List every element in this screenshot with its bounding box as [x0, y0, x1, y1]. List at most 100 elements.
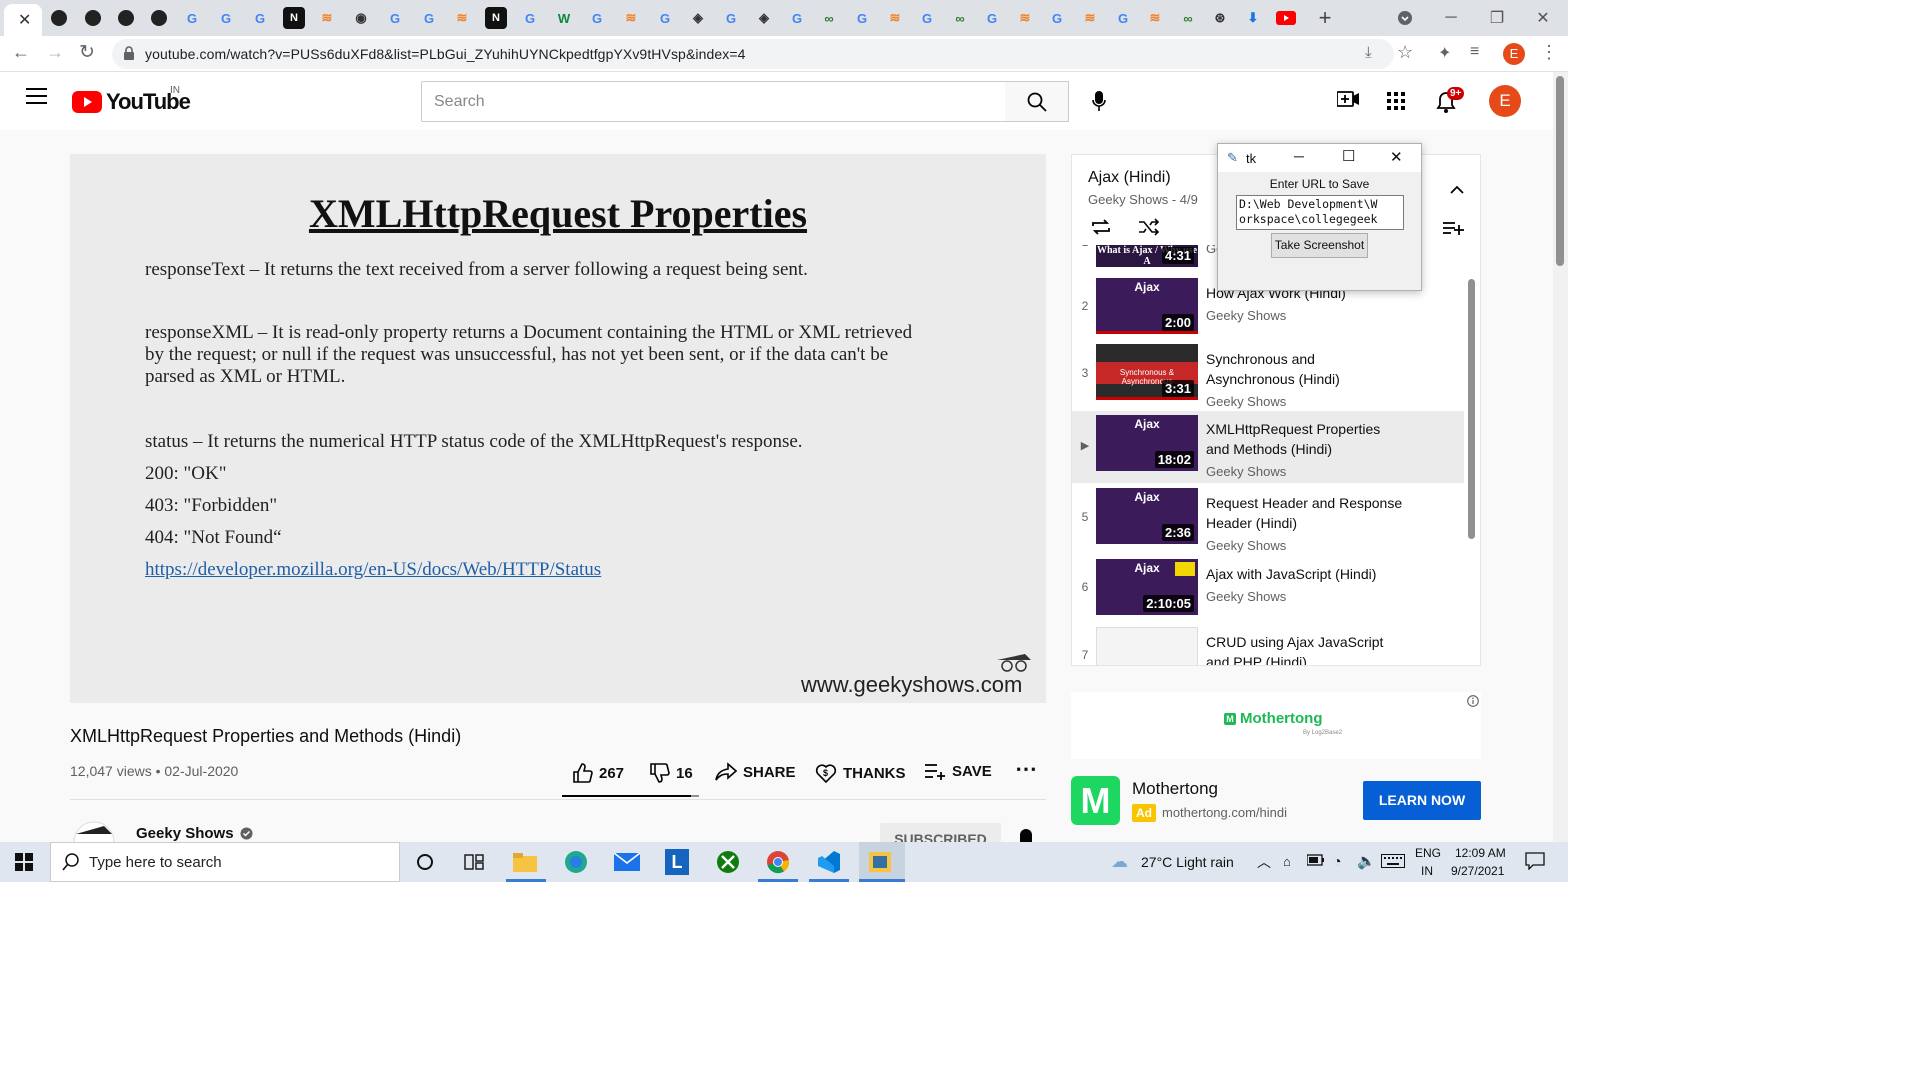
tab-diamond-icon[interactable]: ◈	[753, 7, 775, 29]
tab-w-icon[interactable]: W	[553, 7, 575, 29]
ad-card[interactable]: M Mothertong Ad mothertong.com/hindi LEA…	[1071, 775, 1481, 827]
thanks-button[interactable]: $ THANKS	[815, 762, 906, 784]
tab-github-icon[interactable]	[82, 7, 104, 29]
tab-google-icon[interactable]: G	[215, 7, 237, 29]
install-app-icon[interactable]: ⤓	[1365, 44, 1372, 61]
share-button[interactable]: SHARE	[715, 762, 796, 782]
restore-window-icon[interactable]: ❐	[1474, 6, 1520, 30]
shuffle-icon[interactable]	[1138, 218, 1160, 241]
search-box[interactable]: Search	[421, 81, 1006, 122]
tab-google-icon[interactable]: G	[654, 7, 676, 29]
tab-stackoverflow-icon[interactable]: ≋	[1079, 7, 1101, 29]
taskbar-search-box[interactable]: Type here to search	[50, 842, 400, 882]
tab-notion-icon[interactable]: N	[283, 7, 305, 29]
windows-start-icon[interactable]	[15, 853, 33, 876]
address-bar[interactable]: youtube.com/watch?v=PUSs6duXFd8&list=PLb…	[112, 39, 1394, 69]
playlist-item[interactable]: 6 Ajax 2:10:05 Ajax with JavaScript (Hin…	[1072, 556, 1464, 622]
tab-google-icon[interactable]: G	[1046, 7, 1068, 29]
tab-active[interactable]: ✕	[4, 4, 42, 36]
learn-now-button[interactable]: LEARN NOW	[1363, 781, 1481, 820]
bookmark-star-icon[interactable]: ☆	[1397, 42, 1413, 63]
collapse-playlist-chevron-icon[interactable]	[1450, 181, 1464, 199]
dislike-button[interactable]: 16	[648, 762, 693, 784]
tab-github-icon[interactable]	[115, 7, 137, 29]
tab-google-icon[interactable]: G	[720, 7, 742, 29]
playlist-title[interactable]: Ajax (Hindi)	[1088, 169, 1171, 187]
volume-icon[interactable]: 🔈	[1357, 852, 1376, 870]
touch-keyboard-icon[interactable]	[1381, 854, 1405, 873]
media-queue-icon[interactable]: ≡	[1470, 43, 1479, 61]
tab-stackoverflow-icon[interactable]: ≋	[620, 7, 642, 29]
mail-icon[interactable]	[612, 848, 642, 876]
tab-google-icon[interactable]: G	[851, 7, 873, 29]
tab-gfg-icon[interactable]: ∞	[1177, 7, 1199, 29]
tab-youtube-icon[interactable]	[1275, 7, 1297, 29]
ad-info-icon[interactable]	[1467, 694, 1479, 712]
close-window-icon[interactable]: ✕	[1520, 6, 1566, 30]
channel-avatar[interactable]	[70, 820, 118, 842]
language-eng[interactable]: ENG	[1415, 846, 1441, 860]
save-button[interactable]: SAVE	[924, 762, 992, 780]
browser-menu-icon[interactable]: ⋮	[1540, 42, 1558, 63]
minimize-window-icon[interactable]: ─	[1428, 6, 1474, 30]
playlist-item[interactable]: 5 Ajax 2:36 Request Header and Response …	[1072, 485, 1464, 555]
battery-icon[interactable]	[1306, 853, 1325, 871]
tab-download-icon[interactable]: ⬇	[1242, 7, 1264, 29]
file-explorer-icon[interactable]	[510, 848, 540, 876]
wifi-icon[interactable]: ◔	[1333, 853, 1341, 869]
tk-path-input[interactable]: D:\Web Development\W orkspace\collegegee…	[1236, 195, 1404, 230]
playlist-item-current[interactable]: ▶ Ajax 18:02 XMLHttpRequest Properties a…	[1072, 411, 1464, 483]
tab-google-icon[interactable]: G	[981, 7, 1003, 29]
tab-stackoverflow-icon[interactable]: ≋	[1144, 7, 1166, 29]
tab-google-icon[interactable]: G	[1112, 7, 1134, 29]
tab-stackoverflow-icon[interactable]: ≋	[316, 7, 338, 29]
clock-time[interactable]: 12:09 AM	[1455, 846, 1506, 860]
like-button[interactable]: 267	[571, 762, 624, 784]
xbox-icon[interactable]	[713, 848, 743, 876]
tab-google-icon[interactable]: G	[384, 7, 406, 29]
subscribed-button[interactable]: SUBSCRIBED	[880, 823, 1001, 842]
tk-titlebar[interactable]: ✎ tk ─ ☐ ✕	[1218, 144, 1421, 172]
action-center-icon[interactable]	[1525, 852, 1545, 875]
tab-stackoverflow-icon[interactable]: ≋	[451, 7, 473, 29]
page-scrollbar[interactable]	[1553, 72, 1568, 842]
extensions-puzzle-icon[interactable]: ✦	[1438, 43, 1451, 63]
clock-date[interactable]: 9/27/2021	[1451, 864, 1504, 878]
tk-minimize-icon[interactable]: ─	[1294, 148, 1304, 164]
tab-openai-icon[interactable]: ⊛	[1209, 7, 1231, 29]
tab-diamond-icon[interactable]: ◈	[687, 7, 709, 29]
playlist-item[interactable]: 7 CRUD using Ajax JavaScript and PHP (Hi…	[1072, 624, 1464, 665]
back-arrow-icon[interactable]: ←	[12, 42, 30, 63]
chrome-icon[interactable]	[763, 848, 793, 876]
tab-stackoverflow-icon[interactable]: ≋	[1014, 7, 1036, 29]
tab-globe-icon[interactable]: ◉	[350, 7, 372, 29]
tab-google-icon[interactable]: G	[586, 7, 608, 29]
playlist-scrollbar-thumb[interactable]	[1468, 279, 1475, 539]
tab-gfg-icon[interactable]: ∞	[818, 7, 840, 29]
edge-browser-icon[interactable]	[561, 848, 591, 876]
new-tab-plus-icon[interactable]: +	[1314, 5, 1336, 30]
tab-stackoverflow-icon[interactable]: ≋	[884, 7, 906, 29]
python-tk-icon[interactable]	[865, 848, 895, 876]
apps-grid-icon[interactable]	[1387, 92, 1405, 115]
playlist-menu-add-icon[interactable]	[1442, 220, 1464, 241]
tab-gfg-icon[interactable]: ∞	[949, 7, 971, 29]
tab-notion-icon[interactable]: N	[485, 7, 507, 29]
video-player[interactable]: XMLHttpRequest Properties responseText –…	[70, 154, 1046, 703]
tab-google-icon[interactable]: G	[418, 7, 440, 29]
ad-banner[interactable]: M Mothertong By Log2Base2	[1071, 692, 1481, 759]
task-view-icon[interactable]	[459, 848, 489, 876]
vscode-icon[interactable]	[814, 848, 844, 876]
search-button[interactable]	[1005, 81, 1069, 122]
reload-icon[interactable]: ↻	[79, 41, 95, 64]
forward-arrow-icon[interactable]: →	[46, 42, 64, 63]
loop-playlist-icon[interactable]	[1090, 218, 1112, 241]
lock-icon[interactable]	[123, 46, 135, 65]
tab-google-icon[interactable]: G	[786, 7, 808, 29]
cortana-icon[interactable]	[410, 848, 440, 876]
taskbar-search-input[interactable]: Type here to search	[89, 854, 222, 871]
tab-google-icon[interactable]: G	[181, 7, 203, 29]
channel-name[interactable]: Geeky Shows	[136, 825, 253, 842]
tk-close-icon[interactable]: ✕	[1390, 148, 1403, 166]
tray-device-icon[interactable]: ⌂	[1283, 854, 1291, 869]
